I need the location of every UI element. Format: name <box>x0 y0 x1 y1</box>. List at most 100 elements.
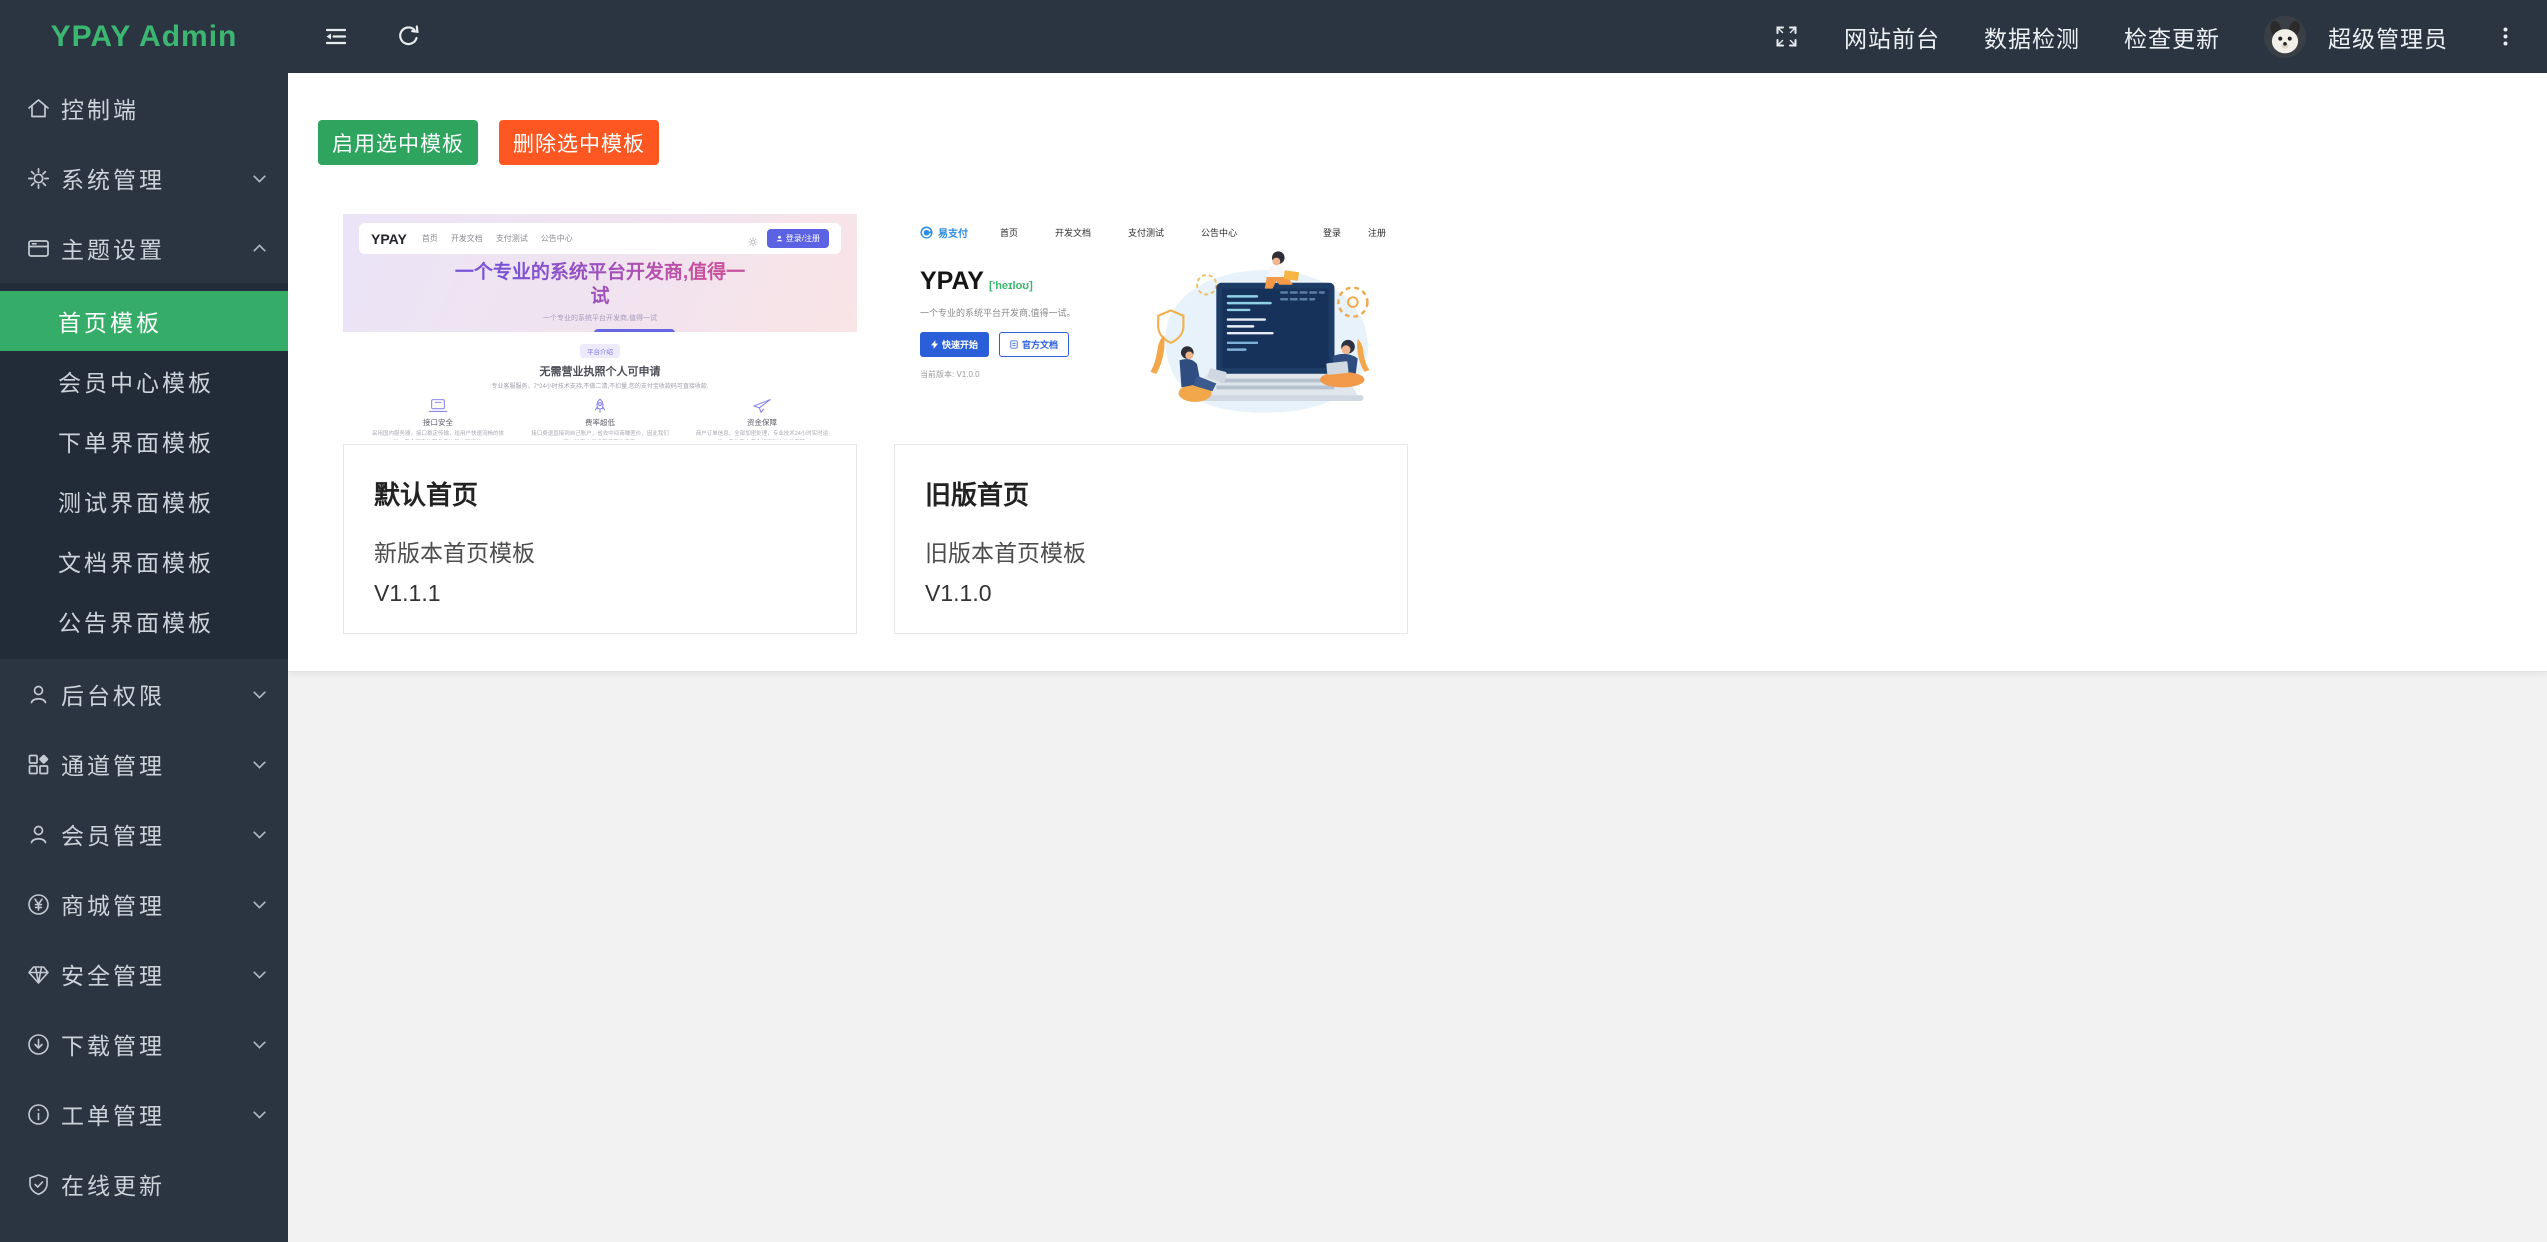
toolbar: 启用选中模板 删除选中模板 <box>318 120 2547 165</box>
preview-nav: 首页 开发文档 支付测试 公告中心 <box>422 233 573 244</box>
layout-icon <box>25 235 52 262</box>
download-circle-icon <box>25 1031 52 1058</box>
home-icon <box>25 95 52 122</box>
template-preview-default-home[interactable]: YPAY 首页 开发文档 支付测试 公告中心 <box>343 214 857 440</box>
template-card-body[interactable]: 旧版首页 旧版本首页模板 V1.1.0 <box>894 444 1408 634</box>
chevron-up-icon <box>249 238 270 259</box>
preview-nav-link: 开发文档 <box>451 233 483 244</box>
app-logo: YPAY Admin <box>0 0 288 73</box>
template-version: V1.1.1 <box>374 580 826 607</box>
template-version: V1.1.0 <box>925 580 1377 607</box>
preview-new-homepage: YPAY 首页 开发文档 支付测试 公告中心 <box>343 214 857 440</box>
preview-login-label: 登录/注册 <box>786 233 820 244</box>
delete-template-button[interactable]: 删除选中模板 <box>499 120 659 165</box>
gear-icon <box>25 165 52 192</box>
preview-hero-subtitle: 一个专业的系统平台开发商,值得一试 <box>343 313 857 323</box>
sidebar-menu: 控制端 系统管理 主题设置 首页模板 会员中心模板 下单界面模板 测试界面模板 <box>0 73 288 1219</box>
chevron-down-icon <box>249 168 270 189</box>
preview-hero-section: YPAY ['heɪloʊ] 一个专业的系统平台开发商,值得一试。 快速开始 <box>894 240 1408 440</box>
preview-features: 接口安全 采用国内服务器，接口稳定传输，给用户快速流畅的体验，安全可靠的服务您的… <box>343 397 857 440</box>
preview-feature-title: 接口安全 <box>362 417 514 428</box>
preview-docs-button: 官方文档 <box>999 332 1069 357</box>
template-title: 默认首页 <box>374 475 826 512</box>
sidebar-item-theme[interactable]: 主题设置 <box>0 213 288 283</box>
sidebar-subitem-notice-template[interactable]: 公告界面模板 <box>0 591 288 651</box>
user-avatar[interactable] <box>2264 16 2306 58</box>
topbar-link-check-update[interactable]: 检查更新 <box>2124 20 2220 54</box>
preview-register-link: 注册 <box>1368 226 1386 239</box>
sidebar-item-admin-perm[interactable]: 后台权限 <box>0 659 288 729</box>
sidebar-item-download[interactable]: 下载管理 <box>0 1009 288 1079</box>
preview-navbar: YPAY 首页 开发文档 支付测试 公告中心 <box>359 223 841 254</box>
topbar-left <box>288 23 422 50</box>
chevron-down-icon <box>249 1104 270 1125</box>
preview-nav-link: 首页 <box>422 233 438 244</box>
chevron-down-icon <box>249 1034 270 1055</box>
preview-docs-label: 官方文档 <box>1022 338 1058 351</box>
preview-auth-links: 登录 注册 <box>1323 226 1386 239</box>
sidebar-subitem-order-template[interactable]: 下单界面模板 <box>0 411 288 471</box>
user-icon <box>25 821 52 848</box>
topbar-right: 网站前台 数据检测 检查更新 超级管理员 <box>1773 16 2547 58</box>
preview-old-homepage: 易支付 首页 开发文档 支付测试 公告中心 登录 注册 <box>894 214 1408 440</box>
sidebar-item-label: 通道管理 <box>61 747 249 781</box>
preview-feature-desc: 接口费退直接到自己账户，省去中间商赚差价，因此我们可以给商户提供更低廉的费率. <box>524 430 676 440</box>
preview-feature-title: 费率超低 <box>524 417 676 428</box>
paper-plane-icon <box>686 397 838 415</box>
kebab-menu-icon[interactable] <box>2492 23 2519 50</box>
preview-feature-title: 资金保障 <box>686 417 838 428</box>
preview-nav-link: 首页 <box>1000 226 1018 239</box>
template-card-body[interactable]: 默认首页 新版本首页模板 V1.1.1 <box>343 444 857 634</box>
subitem-label: 下单界面模板 <box>58 424 214 458</box>
preview-phonetic: ['heɪloʊ] <box>989 280 1033 292</box>
preview-navbar: 易支付 首页 开发文档 支付测试 公告中心 登录 注册 <box>894 214 1408 240</box>
preview-brand: YPAY <box>371 231 407 247</box>
sidebar-item-system[interactable]: 系统管理 <box>0 143 288 213</box>
chevron-down-icon <box>249 824 270 845</box>
preview-hero-title: YPAY ['heɪloʊ] <box>920 267 1106 296</box>
rocket-icon <box>524 397 676 415</box>
preview-feature: 费率超低 接口费退直接到自己账户，省去中间商赚差价，因此我们可以给商户提供更低廉… <box>524 397 676 440</box>
chevron-down-icon <box>249 894 270 915</box>
sidebar-item-label: 主题设置 <box>61 231 249 265</box>
preview-login-button: 登录/注册 <box>767 229 829 248</box>
preview-nav: 首页 开发文档 支付测试 公告中心 <box>1000 226 1237 239</box>
template-panel: 启用选中模板 删除选中模板 YPAY 首页 开发文档 支付测试 <box>288 73 2547 672</box>
refresh-icon[interactable] <box>395 23 422 50</box>
sidebar-item-label: 会员管理 <box>61 817 249 851</box>
sidebar-subitem-test-template[interactable]: 测试界面模板 <box>0 471 288 531</box>
topbar-link-data-check[interactable]: 数据检测 <box>1984 20 2080 54</box>
sidebar-item-label: 商城管理 <box>61 887 249 921</box>
sidebar-item-ticket[interactable]: 工单管理 <box>0 1079 288 1149</box>
sidebar-subitem-doc-template[interactable]: 文档界面模板 <box>0 531 288 591</box>
preview-nav-link: 公告中心 <box>1201 226 1237 239</box>
template-card-default-home: YPAY 首页 开发文档 支付测试 公告中心 <box>343 214 857 634</box>
enable-template-button[interactable]: 启用选中模板 <box>318 120 478 165</box>
template-preview-old-home[interactable]: 易支付 首页 开发文档 支付测试 公告中心 登录 注册 <box>894 214 1408 440</box>
sidebar-item-online-update[interactable]: 在线更新 <box>0 1149 288 1219</box>
subitem-label: 测试界面模板 <box>58 484 214 518</box>
fullscreen-icon[interactable] <box>1773 23 1800 50</box>
sidebar-subitem-home-template[interactable]: 首页模板 <box>0 291 288 351</box>
template-card-old-home: 易支付 首页 开发文档 支付测试 公告中心 登录 注册 <box>894 214 1408 634</box>
preview-illustration <box>1106 240 1408 440</box>
laptop-icon <box>362 397 514 415</box>
sidebar-item-label: 安全管理 <box>61 957 249 991</box>
sidebar-item-mall[interactable]: 商城管理 <box>0 869 288 939</box>
sidebar-item-security[interactable]: 安全管理 <box>0 939 288 1009</box>
sidebar-item-channel[interactable]: 通道管理 <box>0 729 288 799</box>
sidebar-item-dashboard[interactable]: 控制端 <box>0 73 288 143</box>
topbar: 网站前台 数据检测 检查更新 超级管理员 <box>288 0 2547 73</box>
topbar-username[interactable]: 超级管理员 <box>2328 20 2448 54</box>
topbar-link-site-front[interactable]: 网站前台 <box>1844 20 1940 54</box>
template-desc: 新版本首页模板 <box>374 534 826 568</box>
theme-submenu: 首页模板 会员中心模板 下单界面模板 测试界面模板 文档界面模板 公告界面模板 <box>0 283 288 659</box>
collapse-menu-icon[interactable] <box>322 23 349 50</box>
preview-feature-desc: 商户订单信息，全部加密处理，专业技术24小时实时运维，您的商户安全将得到充分的保… <box>686 430 838 440</box>
preview-hero-subtitle: 一个专业的系统平台开发商,值得一试。 <box>920 306 1106 319</box>
sidebar-item-member[interactable]: 会员管理 <box>0 799 288 869</box>
sidebar-subitem-member-template[interactable]: 会员中心模板 <box>0 351 288 411</box>
subitem-label: 文档界面模板 <box>58 544 214 578</box>
chevron-down-icon <box>249 964 270 985</box>
preview-hero-section: YPAY 首页 开发文档 支付测试 公告中心 <box>343 214 857 332</box>
